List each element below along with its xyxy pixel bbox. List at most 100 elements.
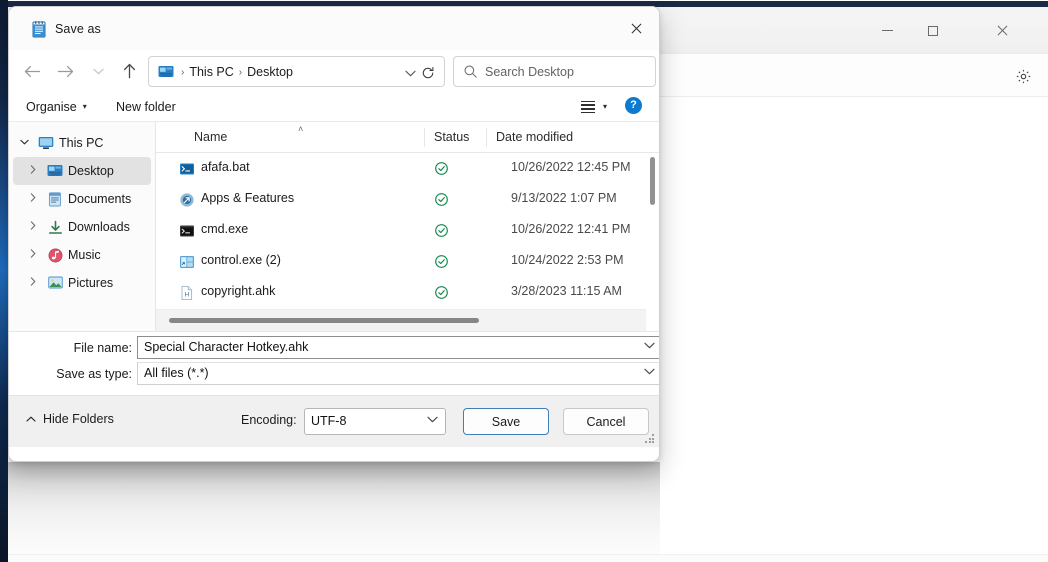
chevron-right-icon[interactable] xyxy=(22,165,44,177)
view-options-button[interactable]: ▾ xyxy=(580,96,607,118)
resize-grip[interactable] xyxy=(645,434,655,444)
organise-button[interactable]: Organise ▾ xyxy=(26,95,87,119)
svg-text:H: H xyxy=(184,291,189,298)
save-as-type-select[interactable]: All files (*.*) xyxy=(137,362,659,385)
column-divider[interactable] xyxy=(424,128,425,147)
desktop-folder-icon xyxy=(158,65,174,79)
breadcrumb-separator: › xyxy=(238,67,243,78)
column-header-status[interactable]: Status xyxy=(434,130,469,144)
date-modified: 10/26/2022 12:45 PM xyxy=(511,160,631,174)
chevron-down-icon[interactable] xyxy=(13,138,35,148)
recent-locations-button[interactable] xyxy=(82,55,114,87)
up-button[interactable] xyxy=(113,55,145,87)
vertical-scrollbar-thumb[interactable] xyxy=(650,157,655,205)
breadcrumb-item-desktop[interactable]: Desktop xyxy=(247,64,293,81)
table-row[interactable]: control.exe (2) 10/24/2022 2:53 PM xyxy=(156,246,659,277)
minimize-button[interactable] xyxy=(864,7,910,54)
file-name: control.exe (2) xyxy=(201,253,281,267)
left-edge-accent-strip xyxy=(0,0,8,562)
command-bar: Organise ▾ New folder ▾ ? xyxy=(9,93,659,122)
table-row[interactable]: afafa.bat 10/26/2022 12:45 PM xyxy=(156,153,659,184)
chevron-right-icon[interactable] xyxy=(22,249,44,261)
sidebar-item-music[interactable]: Music xyxy=(13,241,151,269)
sidebar-item-pictures[interactable]: Pictures xyxy=(13,269,151,297)
forward-button[interactable] xyxy=(49,55,81,87)
dialog-footer: Hide Folders Encoding: UTF-8 Save Cancel xyxy=(9,395,659,447)
new-folder-button[interactable]: New folder xyxy=(116,95,176,119)
date-modified: 10/24/2022 2:53 PM xyxy=(511,253,624,267)
file-list[interactable]: ˄ Name Status Date modified afafa.bat 10… xyxy=(156,122,659,331)
sidebar-item-downloads[interactable]: Downloads xyxy=(13,213,151,241)
vertical-scrollbar[interactable] xyxy=(646,153,659,309)
save-button[interactable]: Save xyxy=(463,408,549,435)
close-button[interactable] xyxy=(956,7,1048,54)
file-form: File name: Special Character Hotkey.ahk … xyxy=(9,332,659,395)
address-bar[interactable]: › This PC › Desktop xyxy=(148,56,445,87)
dialog-close-button[interactable] xyxy=(614,7,659,50)
date-modified: 10/26/2022 12:41 PM xyxy=(511,222,631,236)
cmd-icon xyxy=(179,223,195,239)
list-view-icon xyxy=(580,100,595,114)
date-modified: 9/13/2022 1:07 PM xyxy=(511,191,617,205)
maximize-icon xyxy=(928,25,938,36)
navigation-pane[interactable]: This PC Desktop Documents Downloads Musi… xyxy=(9,122,156,331)
chevron-down-icon[interactable] xyxy=(427,415,438,426)
search-box[interactable] xyxy=(453,56,656,87)
chevron-right-icon[interactable] xyxy=(22,277,44,289)
hide-folders-button[interactable]: Hide Folders xyxy=(26,412,114,426)
shortcut-icon xyxy=(179,192,195,208)
sidebar-item-desktop[interactable]: Desktop xyxy=(13,157,151,185)
pictures-icon xyxy=(44,276,66,290)
hide-folders-label: Hide Folders xyxy=(43,412,114,426)
background-window-bottom-strip xyxy=(8,554,1048,562)
chevron-right-icon[interactable] xyxy=(22,193,44,205)
chevron-down-icon: ▾ xyxy=(82,102,87,111)
sidebar-item-documents[interactable]: Documents xyxy=(13,185,151,213)
encoding-select[interactable]: UTF-8 xyxy=(304,408,446,435)
chevron-down-icon[interactable] xyxy=(644,367,655,378)
table-row[interactable]: Apps & Features 9/13/2022 1:07 PM xyxy=(156,184,659,215)
sort-ascending-icon: ˄ xyxy=(298,124,304,134)
back-button[interactable] xyxy=(16,55,48,87)
horizontal-scrollbar[interactable] xyxy=(156,309,646,331)
status-badge xyxy=(434,223,449,238)
chevron-down-icon[interactable] xyxy=(644,341,655,352)
search-input[interactable] xyxy=(485,57,649,86)
file-name: afafa.bat xyxy=(201,160,250,174)
search-icon xyxy=(463,64,479,80)
bat-file-icon xyxy=(179,161,195,177)
gear-icon[interactable] xyxy=(1010,63,1036,89)
help-button[interactable]: ? xyxy=(625,97,642,114)
horizontal-scrollbar-thumb[interactable] xyxy=(169,318,479,323)
sidebar-item-label: Pictures xyxy=(68,276,114,290)
music-icon xyxy=(44,248,66,263)
breadcrumb-item-this-pc[interactable]: This PC xyxy=(189,64,233,81)
chevron-down-icon[interactable] xyxy=(403,66,417,80)
column-header-date-modified[interactable]: Date modified xyxy=(496,130,573,144)
scrollbar-corner xyxy=(646,309,659,331)
close-icon xyxy=(996,24,1009,37)
cancel-button[interactable]: Cancel xyxy=(563,408,649,435)
chevron-right-icon[interactable] xyxy=(22,221,44,233)
maximize-button[interactable] xyxy=(910,7,956,54)
file-name-label: File name: xyxy=(73,341,132,355)
save-as-dialog[interactable]: Save as › This PC › Desktop Search Deskt… xyxy=(8,6,660,462)
column-divider[interactable] xyxy=(486,128,487,147)
chevron-up-icon xyxy=(26,415,36,424)
sidebar-item-this-pc[interactable]: This PC xyxy=(13,129,151,157)
ahk-file-icon: H xyxy=(179,285,195,301)
breadcrumb-separator: › xyxy=(181,67,185,78)
save-as-type-label: Save as type: xyxy=(56,367,132,381)
documents-icon xyxy=(44,191,66,207)
close-icon xyxy=(630,22,643,35)
dialog-title: Save as xyxy=(55,22,101,36)
table-row[interactable]: H copyright.ahk 3/28/2023 11:15 AM xyxy=(156,277,659,308)
notepad-icon xyxy=(31,21,47,38)
desktop-icon xyxy=(44,164,66,178)
table-row[interactable]: cmd.exe 10/26/2022 12:41 PM xyxy=(156,215,659,246)
encoding-label: Encoding: xyxy=(241,413,297,427)
refresh-icon[interactable] xyxy=(417,63,439,83)
column-header-name[interactable]: Name xyxy=(194,130,227,144)
encoding-value: UTF-8 xyxy=(311,414,347,428)
file-name-input[interactable]: Special Character Hotkey.ahk xyxy=(137,336,659,359)
